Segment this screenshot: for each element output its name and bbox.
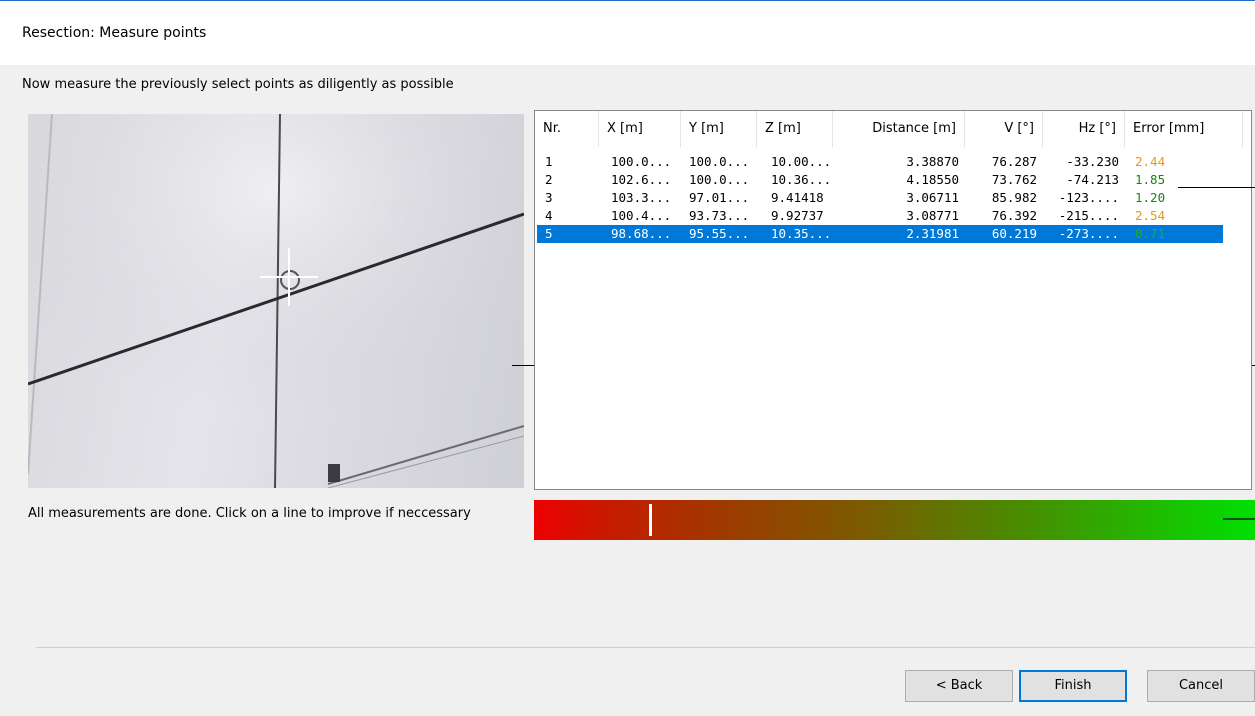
cell-x: 100.4... bbox=[611, 208, 672, 223]
cell-z: 9.41418 bbox=[771, 190, 824, 205]
finish-button[interactable]: Finish bbox=[1019, 670, 1127, 702]
cell-y: 93.73... bbox=[689, 208, 750, 223]
cell-error: 0.71 bbox=[1135, 226, 1166, 241]
cell-v: 76.287 bbox=[991, 154, 1037, 169]
callout-line-error bbox=[1178, 187, 1255, 188]
cell-nr: 2 bbox=[545, 172, 553, 187]
cell-distance: 4.18550 bbox=[906, 172, 959, 187]
cell-x: 98.68... bbox=[611, 226, 672, 241]
table-header: Nr. X [m] Y [m] Z [m] Distance [m] V [°]… bbox=[535, 111, 1251, 147]
cell-error: 2.54 bbox=[1135, 208, 1166, 223]
cell-x: 100.0... bbox=[611, 154, 672, 169]
col-hz-header[interactable]: Hz [°] bbox=[1043, 111, 1125, 147]
cell-distance: 3.38870 bbox=[906, 154, 959, 169]
table-row[interactable]: 3 103.3... 97.01... 9.41418 3.06711 85.9… bbox=[537, 189, 1223, 207]
cell-hz: -74.213 bbox=[1066, 172, 1119, 187]
cell-hz: -33.230 bbox=[1066, 154, 1119, 169]
quality-gradient-bar bbox=[534, 500, 1255, 540]
col-error-header[interactable]: Error [mm] bbox=[1125, 111, 1243, 147]
dialog-header: Resection: Measure points bbox=[0, 0, 1255, 65]
cell-distance: 2.31981 bbox=[906, 226, 959, 241]
cell-distance: 3.08771 bbox=[906, 208, 959, 223]
cell-y: 97.01... bbox=[689, 190, 750, 205]
measurements-table[interactable]: Nr. X [m] Y [m] Z [m] Distance [m] V [°]… bbox=[534, 110, 1252, 490]
cell-nr: 4 bbox=[545, 208, 553, 223]
col-x-header[interactable]: X [m] bbox=[599, 111, 681, 147]
instruction-text: Now measure the previously select points… bbox=[22, 77, 454, 92]
cell-z: 10.35... bbox=[771, 226, 832, 241]
col-nr-header[interactable]: Nr. bbox=[535, 111, 599, 147]
cell-x: 102.6... bbox=[611, 172, 672, 187]
cell-nr: 3 bbox=[545, 190, 553, 205]
cell-z: 9.92737 bbox=[771, 208, 824, 223]
camera-image bbox=[28, 114, 524, 488]
cell-x: 103.3... bbox=[611, 190, 672, 205]
cell-v: 60.219 bbox=[991, 226, 1037, 241]
status-text: All measurements are done. Click on a li… bbox=[28, 506, 471, 521]
quality-marker bbox=[649, 504, 652, 536]
cell-distance: 3.06711 bbox=[906, 190, 959, 205]
cell-z: 10.00... bbox=[771, 154, 832, 169]
cell-v: 85.982 bbox=[991, 190, 1037, 205]
cell-hz: -273.... bbox=[1058, 226, 1119, 241]
cell-error: 1.20 bbox=[1135, 190, 1166, 205]
col-distance-header[interactable]: Distance [m] bbox=[833, 111, 965, 147]
back-button[interactable]: < Back bbox=[905, 670, 1013, 702]
table-row[interactable]: 2 102.6... 100.0... 10.36... 4.18550 73.… bbox=[537, 171, 1223, 189]
camera-view[interactable] bbox=[28, 114, 524, 488]
cell-v: 76.392 bbox=[991, 208, 1037, 223]
table-row[interactable]: 4 100.4... 93.73... 9.92737 3.08771 76.3… bbox=[537, 207, 1223, 225]
table-row-selected[interactable]: 5 98.68... 95.55... 10.35... 2.31981 60.… bbox=[537, 225, 1223, 243]
callout-line-quality bbox=[1223, 518, 1255, 520]
cell-nr: 1 bbox=[545, 154, 553, 169]
cell-hz: -123.... bbox=[1058, 190, 1119, 205]
col-v-header[interactable]: V [°] bbox=[965, 111, 1043, 147]
cell-y: 100.0... bbox=[689, 154, 750, 169]
col-y-header[interactable]: Y [m] bbox=[681, 111, 757, 147]
cell-v: 73.762 bbox=[991, 172, 1037, 187]
dialog-title: Resection: Measure points bbox=[22, 25, 207, 41]
cell-nr: 5 bbox=[545, 226, 553, 241]
cell-z: 10.36... bbox=[771, 172, 832, 187]
cell-hz: -215.... bbox=[1058, 208, 1119, 223]
footer-separator bbox=[36, 647, 1255, 648]
cancel-button[interactable]: Cancel bbox=[1147, 670, 1255, 702]
col-z-header[interactable]: Z [m] bbox=[757, 111, 833, 147]
cell-error: 2.44 bbox=[1135, 154, 1166, 169]
table-row[interactable]: 1 100.0... 100.0... 10.00... 3.38870 76.… bbox=[537, 153, 1223, 171]
cell-y: 95.55... bbox=[689, 226, 750, 241]
cell-y: 100.0... bbox=[689, 172, 750, 187]
